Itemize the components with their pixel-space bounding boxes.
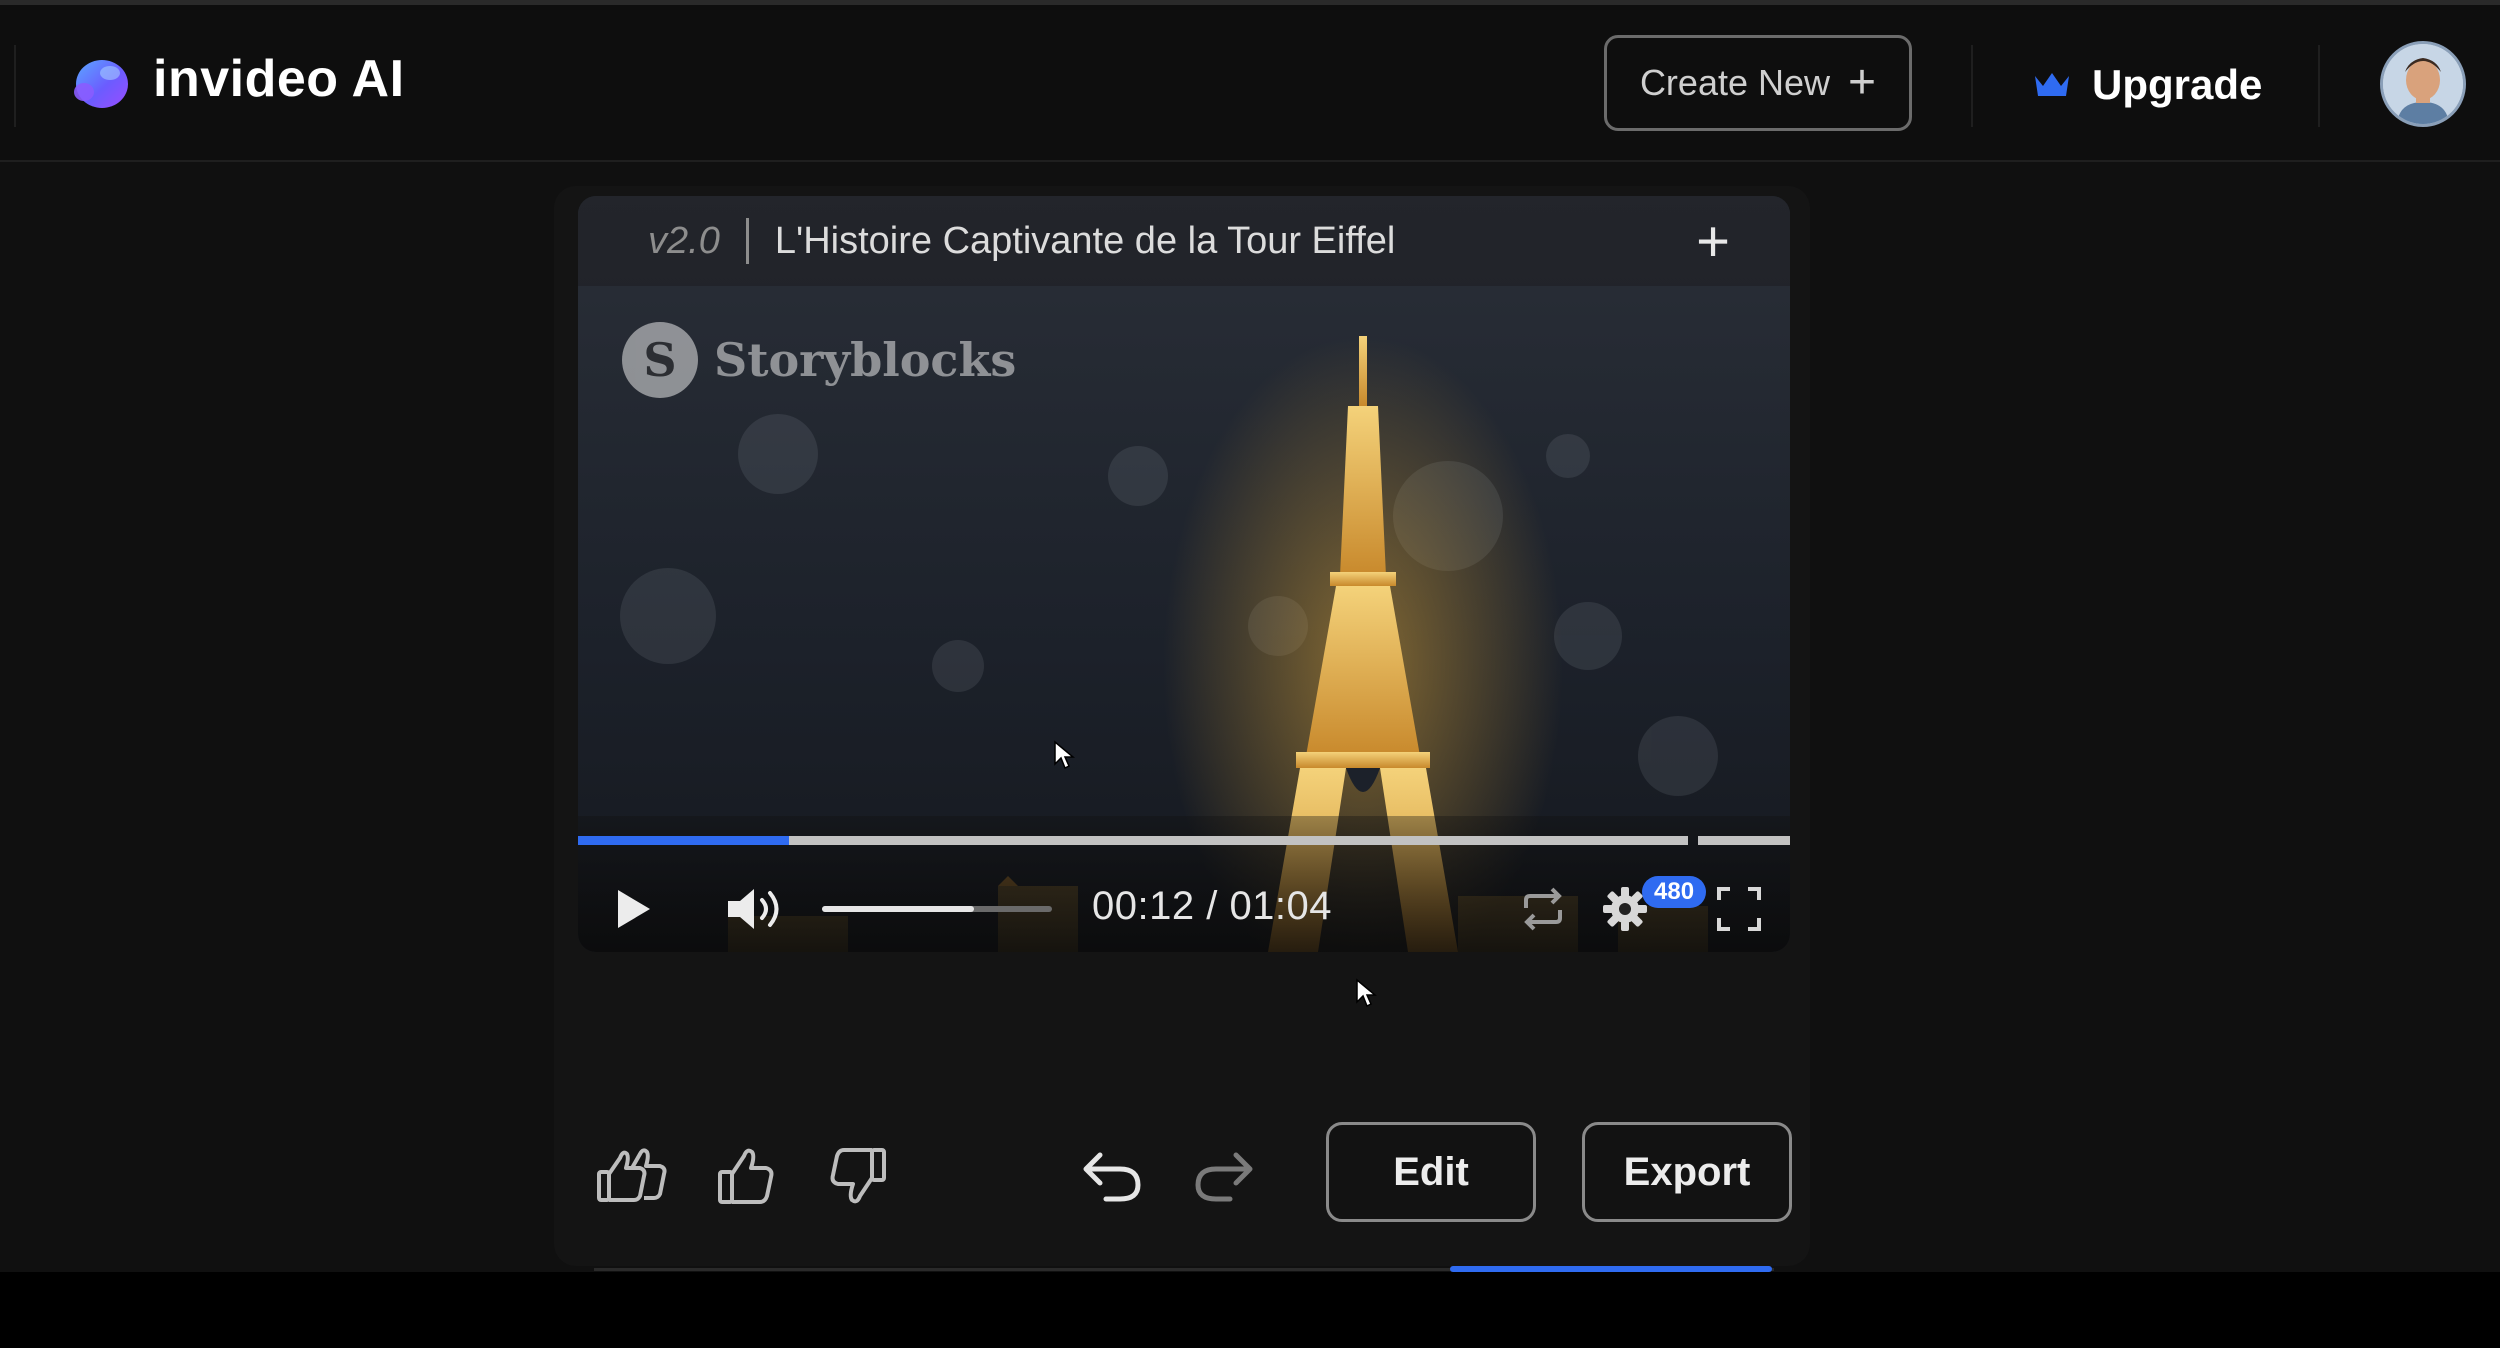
mouse-cursor-icon: [1356, 978, 1377, 1008]
top-header: invideo AI Create New + Upgrade: [0, 5, 2500, 162]
create-new-label: Create New: [1639, 62, 1831, 103]
timecode: 00:12 / 01:04: [1092, 884, 1333, 928]
avatar[interactable]: [2380, 41, 2466, 127]
loop-icon: [1524, 887, 1562, 931]
dislike-button[interactable]: [828, 1144, 888, 1208]
app-logo-text[interactable]: invideo AI: [153, 49, 405, 109]
add-version-button[interactable]: +: [1696, 208, 1730, 275]
export-button[interactable]: Export: [1582, 1122, 1792, 1222]
watermark-logo-icon: S: [622, 322, 698, 398]
mouse-cursor-icon: [1054, 740, 1075, 770]
header-divider: [14, 45, 16, 127]
player-control-row: 00:12 / 01:04 480: [578, 874, 1790, 944]
progress-played: [578, 836, 789, 845]
video-title: L'Histoire Captivante de la Tour Eiffel: [774, 219, 1396, 262]
video-player[interactable]: v2.0 L'Histoire Captivante de la Tour Ei…: [578, 196, 1790, 952]
undo-button[interactable]: [1080, 1142, 1144, 1208]
header-divider: [1971, 45, 1973, 127]
thumbs-up-icon: [718, 1148, 774, 1204]
volume-icon: [728, 889, 779, 929]
fullscreen-button[interactable]: [1714, 884, 1764, 934]
crown-icon: [2035, 73, 2069, 96]
screen-bottom-bar: [0, 1272, 2500, 1348]
double-thumbs-up-icon: [597, 1148, 667, 1202]
play-button[interactable]: [614, 886, 654, 932]
storyblocks-watermark: S Storyblocks: [622, 322, 1016, 398]
redo-icon: [1195, 1152, 1253, 1202]
like-button[interactable]: [716, 1144, 776, 1208]
header-divider: [2318, 45, 2320, 127]
title-separator: [745, 218, 749, 264]
thumbs-down-icon: [830, 1148, 886, 1204]
video-title-bar: v2.0 L'Histoire Captivante de la Tour Ei…: [578, 196, 1790, 286]
player-controls: 00:12 / 01:04 480: [578, 816, 1790, 952]
progress-bar-tail[interactable]: [1698, 836, 1790, 845]
plus-icon: +: [1696, 209, 1730, 274]
volume-slider[interactable]: [822, 906, 1052, 912]
create-new-button[interactable]: Create New +: [1604, 35, 1912, 131]
plus-icon: +: [1848, 56, 1877, 109]
redo-button[interactable]: [1192, 1142, 1256, 1208]
volume-button[interactable]: [726, 884, 788, 934]
upgrade-button[interactable]: Upgrade: [2032, 49, 2262, 121]
watermark-text: Storyblocks: [714, 333, 1017, 387]
volume-level: [822, 906, 974, 912]
play-icon: [618, 890, 650, 928]
edit-button[interactable]: Edit: [1326, 1122, 1536, 1222]
fullscreen-icon: [1717, 887, 1761, 931]
upgrade-label: Upgrade: [2092, 61, 2263, 108]
version-label[interactable]: v2.0: [648, 220, 720, 263]
loop-button[interactable]: [1518, 884, 1568, 934]
avatar-image: [2383, 44, 2463, 124]
undo-icon: [1083, 1152, 1141, 1202]
invideo-logo-icon[interactable]: [70, 55, 132, 113]
super-like-button[interactable]: [596, 1144, 670, 1208]
quality-badge: 480: [1642, 876, 1707, 908]
progress-bar[interactable]: [578, 836, 1688, 845]
